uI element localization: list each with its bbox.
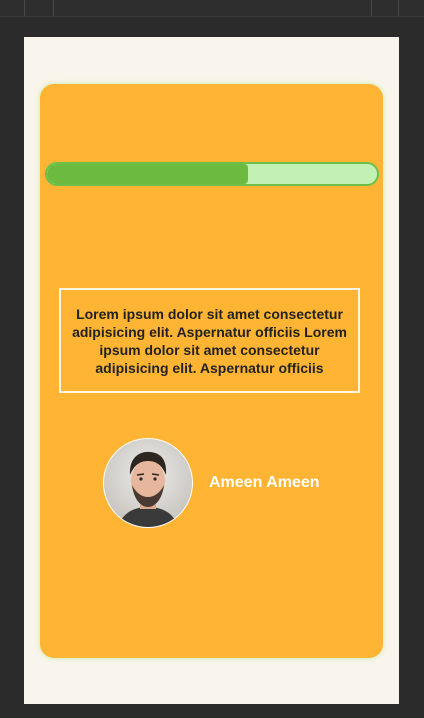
author-info: Ameen Ameen xyxy=(103,438,320,528)
avatar xyxy=(103,438,193,528)
quote-box: Lorem ipsum dolor sit amet consectetur a… xyxy=(59,288,360,393)
toolbar-divider xyxy=(398,0,399,16)
editor-toolbar xyxy=(0,0,424,17)
toolbar-divider xyxy=(24,0,25,16)
testimonial-card: Lorem ipsum dolor sit amet consectetur a… xyxy=(40,84,383,658)
toolbar-divider xyxy=(53,0,54,16)
toolbar-divider xyxy=(371,0,372,16)
quote-text: Lorem ipsum dolor sit amet consectetur a… xyxy=(72,305,347,376)
device-viewport: Lorem ipsum dolor sit amet consectetur a… xyxy=(24,37,399,704)
avatar-photo-icon xyxy=(104,439,192,527)
progress-bar-fill xyxy=(47,164,249,184)
progress-bar xyxy=(45,162,379,186)
author-name: Ameen Ameen xyxy=(209,474,320,491)
